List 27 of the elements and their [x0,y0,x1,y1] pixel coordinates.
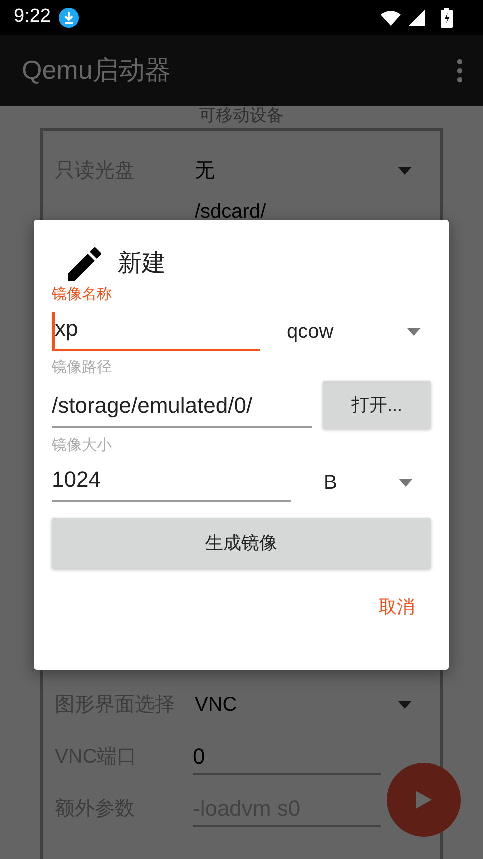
dropdown[interactable]: 无 [195,156,428,186]
path-field[interactable]: /storage/emulated/0/ [52,389,312,428]
caret-icon [399,478,413,486]
download-icon [58,8,79,28]
unit-dropdown[interactable]: B [324,468,413,498]
format-dropdown[interactable]: qcow [287,316,421,346]
dialog-title: 新建 [118,249,166,279]
play-icon [416,791,432,809]
app-title: Qemu启动器 [22,54,171,87]
field-label: 镜像路径 [52,359,113,377]
caret-icon [398,167,412,175]
open-button[interactable]: 打开... [323,381,431,429]
field-label: 镜像名称 [52,286,113,304]
create-image-button[interactable]: 生成镜像 [52,518,431,569]
pencil-icon [68,247,102,281]
wifi-icon [381,10,401,26]
signal-icon [409,10,425,26]
clock-text: 9:22 [14,5,51,30]
size-field[interactable]: 1024 [52,463,291,502]
caret-icon [407,328,421,336]
field-label: 镜像大小 [52,437,113,455]
name-field[interactable]: xp [52,312,260,351]
dropdown[interactable]: VNC [195,690,428,720]
more-options-icon[interactable] [457,58,463,82]
caret-icon [398,701,412,709]
battery-icon [441,8,453,28]
input-field[interactable]: 0 [193,740,381,774]
